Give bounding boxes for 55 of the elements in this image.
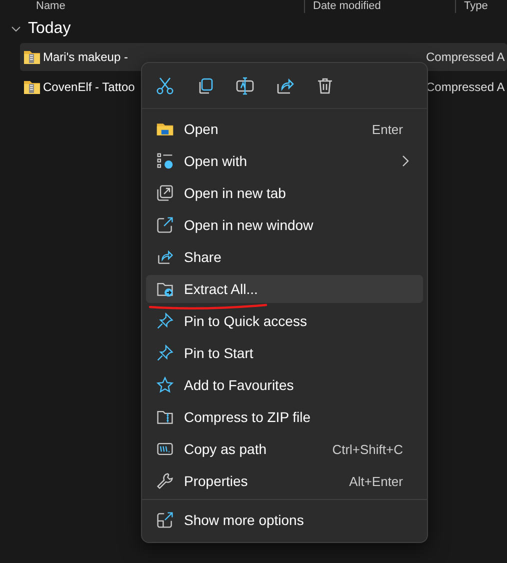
menu-item-label: Properties [184,473,249,489]
file-type: Compressed A [426,50,505,64]
menu-item-label: Open in new tab [184,185,287,201]
column-header[interactable]: Type [455,0,488,13]
new-tab-icon [156,184,174,202]
pin-icon [156,344,174,362]
shortcut-label: Enter [372,122,403,136]
menu-item[interactable]: Open with [146,147,423,175]
menu-item[interactable]: Pin to Quick access [146,307,423,335]
zip-folder-icon [23,49,41,65]
menu-item[interactable]: Open in new window [146,211,423,239]
menu-item-label: Extract All... [184,281,259,297]
menu-item-label: Compress to ZIP file [184,409,312,425]
menu-item-label: Copy as path [184,441,268,457]
menu-item-label: Open with [184,153,248,169]
column-header[interactable]: Date modified [304,0,455,13]
star-icon [156,376,174,394]
file-name: CovenElf - Tattoo [43,80,135,94]
menu-item[interactable]: Compress to ZIP file [146,403,423,431]
share-icon [156,248,174,266]
shortcut-label: Alt+Enter [349,474,403,488]
group-label: Today [28,20,71,38]
menu-item-label: Pin to Start [184,345,254,361]
file-row[interactable]: CovenElf - Tattoo Compressed A [20,73,507,101]
file-name: Mari's makeup - [43,50,128,64]
pin-icon [156,312,174,330]
menu-item[interactable]: Show more options [146,506,423,534]
menu-item[interactable]: Properties Alt+Enter [146,467,423,495]
menu-item[interactable]: Add to Favourites [146,371,423,399]
new-window-icon [156,216,174,234]
menu-item-label: Add to Favourites [184,377,295,393]
menu-item-label: Pin to Quick access [184,313,308,329]
menu-item-label: Show more options [184,512,305,528]
path-icon [156,440,174,458]
cut-icon[interactable] [155,76,175,96]
menu-item-label: Open [184,121,220,137]
menu-item[interactable]: Open in new tab [146,179,423,207]
menu-item[interactable]: Open Enter [146,115,423,143]
file-type: Compressed A [426,80,505,94]
menu-item[interactable]: Copy as path Ctrl+Shift+C [146,435,423,463]
extract-folder-icon [156,280,174,298]
shortcut-label: Ctrl+Shift+C [332,442,403,456]
menu-item-label: Open in new window [184,217,314,233]
wrench-icon [156,472,174,490]
share-icon[interactable] [275,76,295,96]
zip-folder-icon [23,79,41,95]
open-with-icon [156,152,174,170]
menu-item[interactable]: Pin to Start [146,339,423,367]
column-header[interactable]: Name [0,0,304,13]
zip-folder-icon [156,408,174,426]
menu-item-label: Share [184,249,222,265]
rename-icon[interactable] [235,76,255,96]
expand-icon [156,511,174,529]
delete-icon[interactable] [315,76,335,96]
menu-item[interactable]: Share [146,243,423,271]
